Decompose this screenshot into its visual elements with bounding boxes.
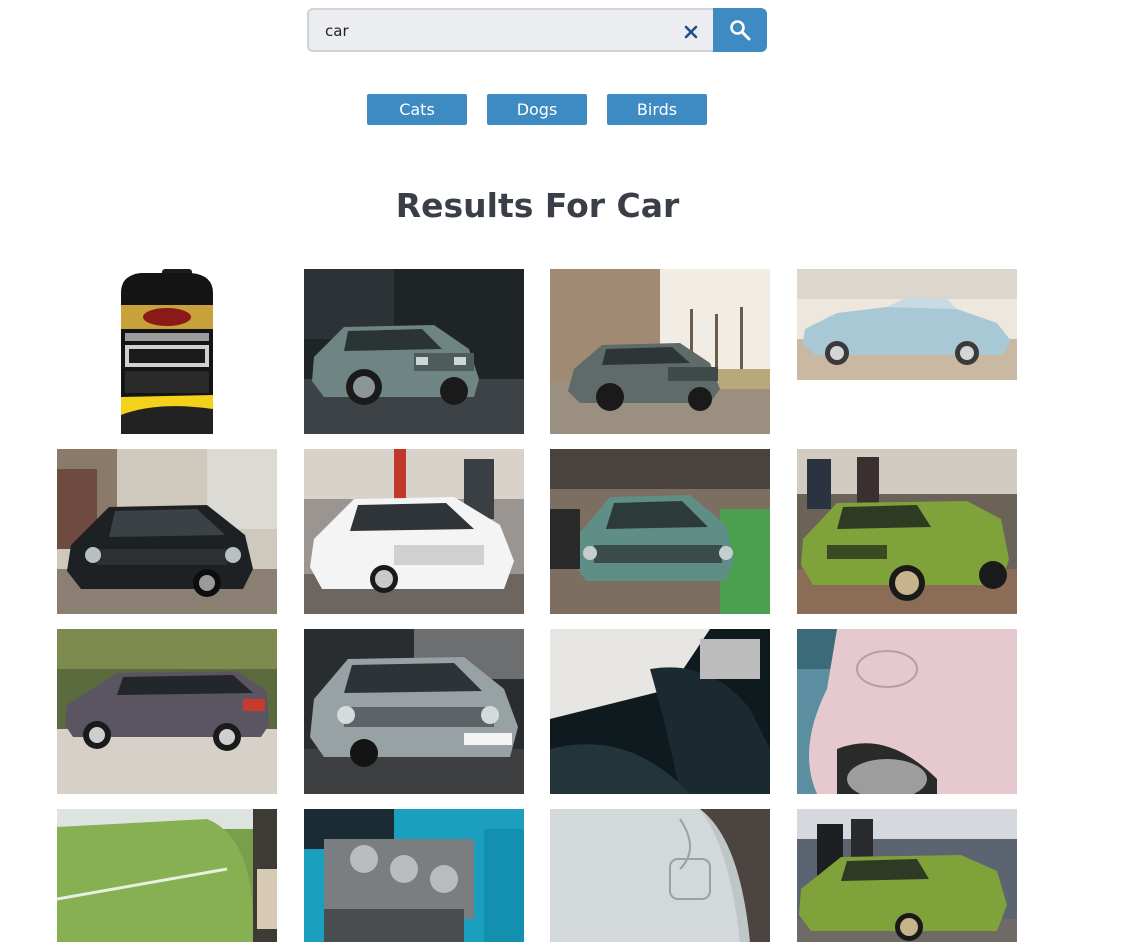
teal-golf-photo	[550, 449, 770, 614]
results-title: Results For Car	[395, 186, 680, 225]
result-image-product-bottle[interactable]	[57, 269, 277, 434]
result-image-black-golf-gti[interactable]	[57, 449, 277, 614]
pink-fender-photo	[797, 629, 1017, 794]
result-image-engine-carburetors[interactable]	[304, 809, 524, 942]
silver-golf-photo	[304, 629, 524, 794]
green-panel-photo	[57, 809, 277, 942]
result-image-teal-golf[interactable]	[550, 449, 770, 614]
category-button-cats[interactable]: Cats	[367, 94, 467, 125]
search-button[interactable]	[713, 8, 767, 52]
search-field	[307, 8, 713, 52]
white-golf-photo	[304, 449, 524, 614]
blue-convertible-photo	[797, 269, 1017, 380]
green-golf-photo	[797, 449, 1017, 614]
mercedes-wagon-photo	[57, 629, 277, 794]
product-bottle-image	[57, 269, 277, 434]
result-image-grey-golf-front[interactable]	[304, 269, 524, 434]
car-interior-photo	[550, 629, 770, 794]
category-button-dogs[interactable]: Dogs	[487, 94, 587, 125]
result-image-green-golf-show[interactable]	[797, 809, 1017, 942]
black-golf-photo	[57, 449, 277, 614]
result-image-pink-fender[interactable]	[797, 629, 1017, 794]
grey-golf-building-photo	[550, 269, 770, 434]
category-button-birds[interactable]: Birds	[607, 94, 707, 125]
result-image-car-interior[interactable]	[550, 629, 770, 794]
green-golf-show-photo	[797, 809, 1017, 942]
search-bar	[307, 8, 767, 52]
search-icon	[730, 20, 751, 41]
result-image-green-panel[interactable]	[57, 809, 277, 942]
fuel-door-photo	[550, 809, 770, 942]
result-image-green-golf[interactable]	[797, 449, 1017, 614]
grey-golf-photo	[304, 269, 524, 434]
result-image-fuel-door[interactable]	[550, 809, 770, 942]
result-image-silver-golf[interactable]	[304, 629, 524, 794]
result-image-grey-golf-building[interactable]	[550, 269, 770, 434]
result-image-mercedes-wagon[interactable]	[57, 629, 277, 794]
search-input[interactable]	[325, 18, 665, 44]
result-image-blue-convertible[interactable]	[797, 269, 1017, 380]
result-image-white-golf[interactable]	[304, 449, 524, 614]
close-icon[interactable]	[682, 23, 700, 41]
engine-photo	[304, 809, 524, 942]
